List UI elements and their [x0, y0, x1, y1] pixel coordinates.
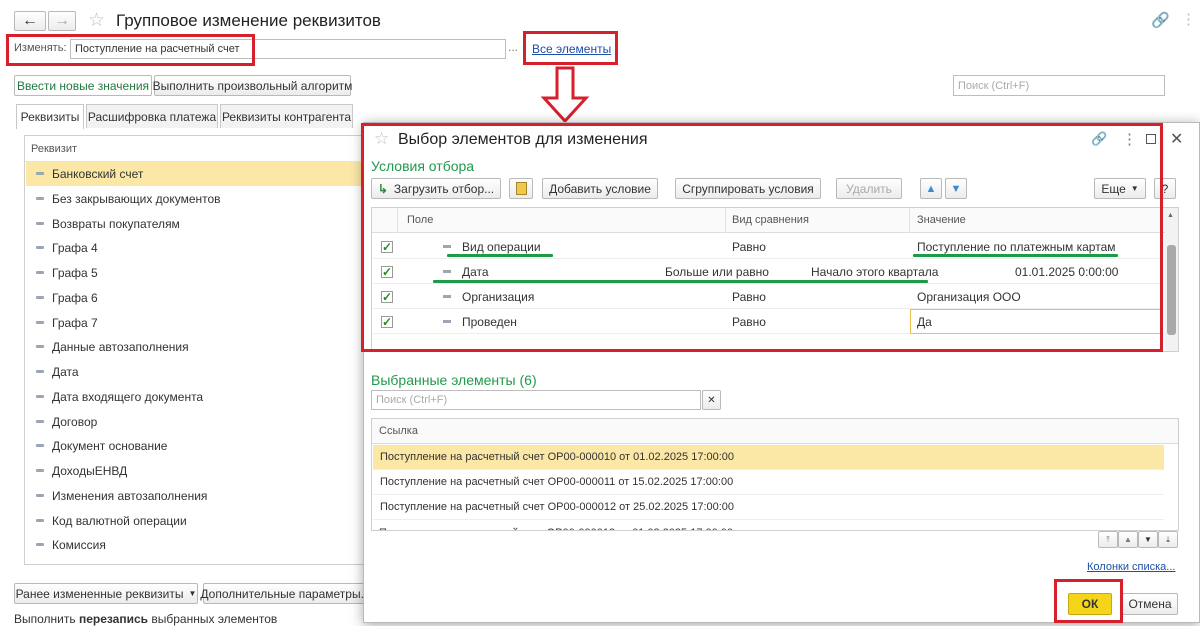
chevron-down-icon: ▼ [188, 589, 197, 598]
scroll-bottom-button[interactable]: ⤓ [1158, 531, 1178, 548]
list-item[interactable]: Изменения автозаполнения [26, 483, 362, 508]
condition-checkbox[interactable]: ✓ [381, 265, 393, 278]
column-value-header[interactable]: Значение [917, 214, 966, 226]
algorithm-button[interactable]: Выполнить произвольный алгоритм [153, 75, 352, 96]
tab-payment-details[interactable]: Расшифровка платежа [86, 104, 218, 128]
column-link-header[interactable]: Ссылка [379, 425, 418, 437]
list-item[interactable]: Договор [26, 409, 362, 434]
table-row[interactable]: Поступление на расчетный счет ОР00-00001… [372, 520, 1163, 531]
list-item[interactable]: Данные автозаполнения [26, 334, 362, 359]
table-row[interactable]: Поступление на расчетный счет ОР00-00001… [373, 445, 1164, 470]
list-item[interactable]: ДоходыЕНВД [26, 458, 362, 483]
selected-search-input[interactable]: Поиск (Ctrl+F) [371, 390, 701, 410]
list-item[interactable]: Комиссия [26, 532, 362, 557]
condition-checkbox[interactable]: ✓ [381, 240, 393, 253]
scroll-next-button[interactable]: ▼ [1138, 531, 1158, 548]
new-values-button[interactable]: Ввести новые значения [14, 75, 152, 96]
status-text: Выполнить перезапись выбранных элементов [14, 612, 278, 626]
underline-date [433, 280, 928, 283]
load-filter-icon: ↳ [377, 181, 388, 196]
condition-value-editor[interactable]: Да [910, 309, 1162, 334]
search-input[interactable]: Поиск (Ctrl+F) [953, 75, 1165, 96]
change-input[interactable]: Поступление на расчетный счет [70, 39, 506, 59]
change-input-value: Поступление на расчетный счет [75, 43, 240, 55]
column-field-header[interactable]: Поле [407, 214, 433, 226]
maximize-icon[interactable] [1146, 134, 1156, 144]
dialog-star-icon[interactable]: ☆ [374, 129, 389, 149]
more-chevron-icon: ▼ [1130, 184, 1139, 193]
list-item[interactable]: Код валютной операции [26, 508, 362, 533]
list-item[interactable]: Графа 7 [26, 310, 362, 335]
condition-checkbox[interactable]: ✓ [381, 315, 393, 328]
favorite-star-icon[interactable]: ☆ [88, 9, 105, 32]
down-arrow-icon [540, 66, 590, 124]
list-item[interactable]: Дата [26, 359, 362, 384]
all-elements-link[interactable]: Все элементы [532, 42, 611, 56]
save-filter-button[interactable] [509, 178, 533, 199]
list-item[interactable]: Без закрывающих документов [26, 186, 362, 211]
column-compare-header[interactable]: Вид сравнения [732, 214, 809, 226]
back-button[interactable]: ← [14, 11, 46, 31]
underline-operation [447, 254, 553, 257]
dialog-link-icon[interactable]: 🔗 [1091, 131, 1107, 147]
move-up-button[interactable]: ▲ [920, 178, 942, 199]
selected-title: Выбранные элементы (6) [371, 372, 537, 388]
tab-requisites[interactable]: Реквизиты [16, 104, 84, 129]
list-item[interactable]: Возвраты покупателям [26, 211, 362, 236]
table-row[interactable]: Поступление на расчетный счет ОР00-00001… [373, 470, 1164, 495]
filter-list-icon [515, 182, 527, 195]
more-button[interactable]: Еще ▼ [1094, 178, 1146, 199]
add-condition-button[interactable]: Добавить условие [542, 178, 658, 199]
conditions-scroll-thumb[interactable] [1167, 245, 1176, 335]
table-row[interactable]: Поступление на расчетный счет ОР00-00001… [373, 495, 1164, 520]
dialog-more-icon[interactable]: ⋮ [1122, 130, 1137, 148]
list-item[interactable]: Графа 5 [26, 260, 362, 285]
cancel-button[interactable]: Отмена [1122, 593, 1178, 615]
link-icon[interactable]: 🔗 [1151, 11, 1170, 29]
condition-row[interactable]: ✓ Организация Равно Организация ООО [373, 284, 1164, 309]
delete-button[interactable]: Удалить [836, 178, 902, 199]
selected-header [372, 419, 1178, 444]
clear-search-button[interactable]: ✕ [702, 390, 721, 410]
window-title: Групповое изменение реквизитов [116, 11, 381, 30]
move-down-button[interactable]: ▼ [945, 178, 967, 199]
more-vertical-icon[interactable]: ⋮ [1181, 10, 1196, 28]
help-button[interactable]: ? [1154, 178, 1176, 199]
underline-operation-value [913, 254, 1118, 257]
dialog-title: Выбор элементов для изменения [398, 131, 648, 148]
forward-button[interactable]: → [48, 11, 76, 31]
list-item[interactable]: Графа 4 [26, 235, 362, 260]
select-ellipsis-button[interactable]: ... [508, 40, 518, 54]
change-label: Изменять: [14, 42, 67, 54]
load-filter-button[interactable]: ↳ Загрузить отбор... [371, 178, 501, 199]
columns-link[interactable]: Колонки списка... [1087, 561, 1175, 573]
list-item[interactable]: Дата входящего документа [26, 384, 362, 409]
list-item[interactable]: Документ основание [26, 433, 362, 458]
list-item[interactable]: Банковский счет [26, 161, 362, 186]
condition-row[interactable]: ✓ Проведен Равно Да [373, 309, 1164, 334]
additional-params-button[interactable]: Дополнительные параметры... [200, 583, 371, 604]
close-icon[interactable]: ✕ [1170, 129, 1183, 149]
scroll-prev-button[interactable]: ▲ [1118, 531, 1138, 548]
filter-title: Условия отбора [371, 158, 475, 174]
conditions-scroll-up-icon[interactable]: ▲ [1167, 212, 1174, 219]
prev-changed-button[interactable]: Ранее измененные реквизиты ▼ [14, 583, 198, 604]
scroll-top-button[interactable]: ⤒ [1098, 531, 1118, 548]
tab-counterparty-requisites[interactable]: Реквизиты контрагента [220, 104, 353, 128]
ok-button[interactable]: ОК [1068, 593, 1112, 615]
list-item[interactable]: Графа 6 [26, 285, 362, 310]
list-header: Реквизит [31, 143, 77, 155]
group-conditions-button[interactable]: Сгруппировать условия [675, 178, 821, 199]
condition-checkbox[interactable]: ✓ [381, 290, 393, 303]
